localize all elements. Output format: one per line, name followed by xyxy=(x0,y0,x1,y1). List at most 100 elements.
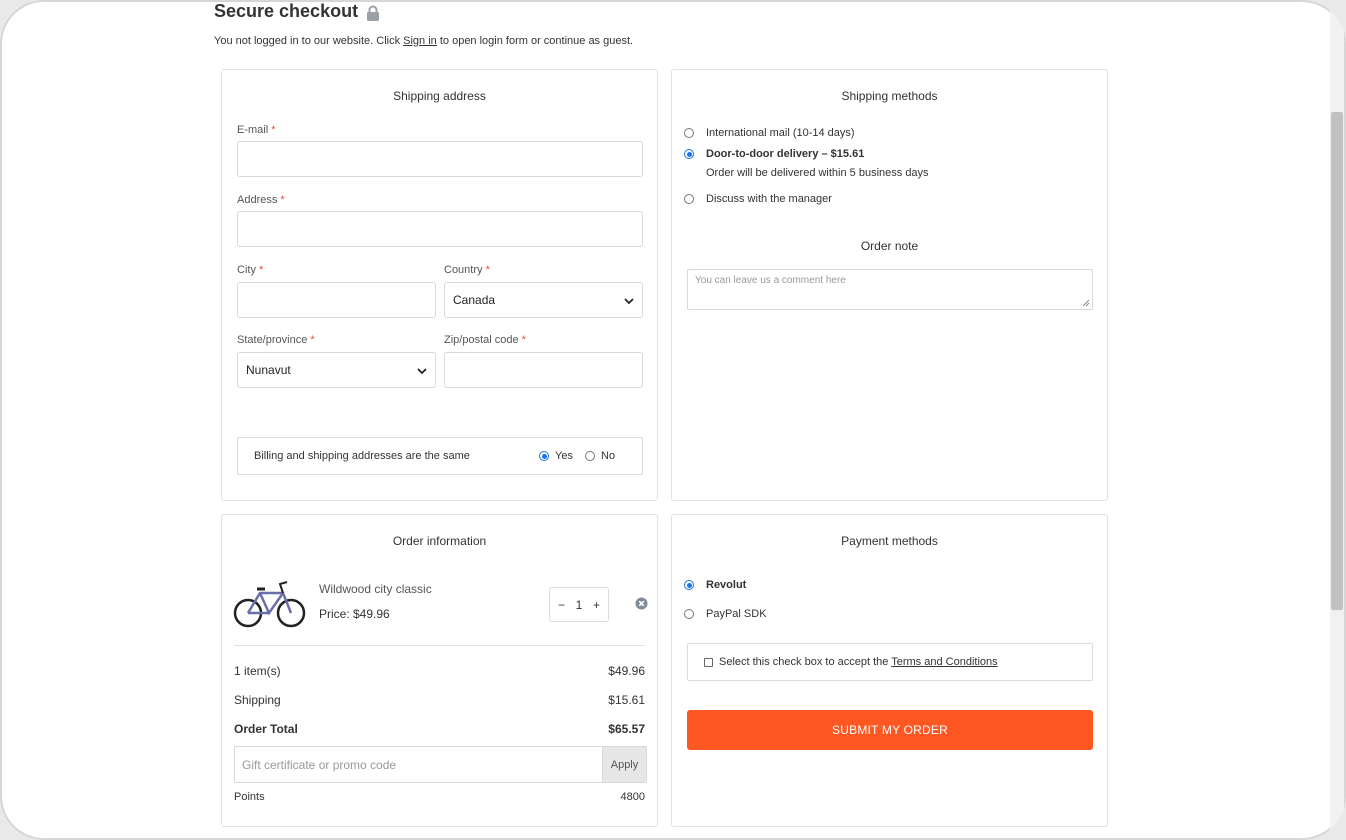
city-field[interactable] xyxy=(237,282,436,318)
promo-code-placeholder: Gift certificate or promo code xyxy=(242,757,397,772)
quantity-stepper[interactable]: − 1 + xyxy=(549,587,609,622)
promo-code-group: Gift certificate or promo code Apply xyxy=(234,746,647,783)
payment-radio-revolut[interactable] xyxy=(684,580,694,590)
shipping-radio-door[interactable] xyxy=(684,149,694,159)
required-mark: * xyxy=(485,264,490,276)
shipping-radio-international[interactable] xyxy=(684,128,694,138)
shipping-option-note: Order will be delivered within 5 busines… xyxy=(706,167,929,179)
points-value: 4800 xyxy=(620,791,645,803)
state-label-text: State/province xyxy=(237,334,308,346)
terms-option[interactable]: Select this check box to accept the Term… xyxy=(704,656,998,668)
summary-label: 1 item(s) xyxy=(234,664,281,678)
payment-radio-paypal[interactable] xyxy=(684,609,694,619)
billing-yes-option[interactable]: Yes xyxy=(539,450,573,462)
submit-order-button[interactable]: SUBMIT MY ORDER xyxy=(687,710,1093,750)
shipping-option-label: International mail (10-14 days) xyxy=(706,127,855,139)
billing-yes-label: Yes xyxy=(555,450,573,462)
login-notice: You not logged in to our website. Click … xyxy=(214,35,633,47)
payment-option-revolut[interactable]: Revolut xyxy=(684,579,746,591)
page-title: Secure checkout xyxy=(214,1,380,22)
summary-value: $15.61 xyxy=(608,693,645,707)
zip-label: Zip/postal code * xyxy=(444,334,526,346)
promo-code-input[interactable]: Gift certificate or promo code xyxy=(235,747,602,782)
country-select-value: Canada xyxy=(453,293,496,307)
required-mark: * xyxy=(521,334,526,346)
page-title-text: Secure checkout xyxy=(214,1,359,21)
state-select-value: Nunavut xyxy=(246,363,291,377)
points-label: Points xyxy=(234,791,265,803)
apply-promo-button[interactable]: Apply xyxy=(602,747,646,782)
summary-row-shipping: Shipping $15.61 xyxy=(234,693,645,707)
state-select[interactable]: Nunavut xyxy=(237,352,436,388)
shipping-option-international[interactable]: International mail (10-14 days) xyxy=(684,127,855,139)
terms-text: Select this check box to accept the xyxy=(719,656,892,668)
increase-quantity-button[interactable]: + xyxy=(593,598,600,612)
summary-value: $65.57 xyxy=(608,722,645,736)
zip-field[interactable] xyxy=(444,352,643,388)
login-notice-text: You not logged in to our website. Click xyxy=(214,35,404,47)
login-notice-text-end: to open login form or continue as guest. xyxy=(436,35,634,47)
required-mark: * xyxy=(271,124,276,136)
scrollbar-thumb[interactable] xyxy=(1331,112,1343,610)
payment-option-label: PayPal SDK xyxy=(706,608,767,620)
shipping-option-label: Door-to-door delivery – $15.61 xyxy=(706,148,865,160)
order-information-title: Order information xyxy=(392,534,487,548)
shipping-address-panel: Shipping address E-mail * Address * City… xyxy=(221,69,658,501)
resize-grip-icon[interactable] xyxy=(1082,299,1090,307)
country-label-text: Country xyxy=(444,264,483,276)
summary-row-total: Order Total $65.57 xyxy=(234,722,645,736)
payment-option-label: Revolut xyxy=(706,579,747,591)
billing-yes-radio[interactable] xyxy=(539,451,549,461)
payment-methods-panel: Payment methods Revolut PayPal SDK Selec… xyxy=(671,514,1108,827)
billing-no-label: No xyxy=(601,450,616,462)
order-note-placeholder: You can leave us a comment here xyxy=(695,275,846,286)
terms-checkbox[interactable] xyxy=(704,657,713,667)
bicycle-icon xyxy=(233,578,307,630)
required-mark: * xyxy=(259,264,264,276)
country-select[interactable]: Canada xyxy=(444,282,643,318)
email-label-text: E-mail xyxy=(237,124,269,136)
checkout-page: Secure checkout You not logged in to our… xyxy=(0,0,1346,840)
divider xyxy=(234,645,645,646)
required-mark: * xyxy=(310,334,315,346)
city-label: City * xyxy=(237,264,263,276)
summary-row-items: 1 item(s) $49.96 xyxy=(234,664,645,678)
billing-no-option[interactable]: No xyxy=(585,450,615,462)
order-information-panel: Order information Wildwood city classic … xyxy=(221,514,658,827)
address-label-text: Address xyxy=(237,194,278,206)
item-price: Price: $49.96 xyxy=(319,607,390,621)
order-note-title: Order note xyxy=(860,239,919,253)
lock-icon xyxy=(366,5,380,21)
shipping-option-door[interactable]: Door-to-door delivery – $15.61 xyxy=(684,148,864,160)
address-field[interactable] xyxy=(237,211,643,247)
item-name[interactable]: Wildwood city classic xyxy=(319,582,432,596)
terms-link[interactable]: Terms and Conditions xyxy=(891,656,997,668)
points-row: Points 4800 xyxy=(234,791,645,803)
city-label-text: City xyxy=(237,264,256,276)
terms-box: Select this check box to accept the Term… xyxy=(687,643,1093,681)
shipping-address-title: Shipping address xyxy=(393,89,486,103)
shipping-option-label: Discuss with the manager xyxy=(706,193,832,205)
payment-option-paypal[interactable]: PayPal SDK xyxy=(684,608,767,620)
sign-in-link[interactable]: Sign in xyxy=(403,35,437,47)
state-label: State/province * xyxy=(237,334,315,346)
billing-same-box: Billing and shipping addresses are the s… xyxy=(237,437,643,475)
email-label: E-mail * xyxy=(237,124,276,136)
quantity-value[interactable]: 1 xyxy=(576,598,583,612)
shipping-methods-title: Shipping methods xyxy=(841,89,938,103)
billing-same-label: Billing and shipping addresses are the s… xyxy=(254,450,470,462)
email-field[interactable] xyxy=(237,141,643,177)
zip-label-text: Zip/postal code xyxy=(444,334,519,346)
address-label: Address * xyxy=(237,194,285,206)
shipping-radio-manager[interactable] xyxy=(684,194,694,204)
summary-label: Order Total xyxy=(234,722,298,736)
required-mark: * xyxy=(280,194,285,206)
summary-value: $49.96 xyxy=(608,664,645,678)
summary-label: Shipping xyxy=(234,693,281,707)
chevron-down-icon xyxy=(417,368,427,375)
remove-item-icon[interactable] xyxy=(635,597,648,610)
decrease-quantity-button[interactable]: − xyxy=(558,598,565,612)
shipping-option-manager[interactable]: Discuss with the manager xyxy=(684,193,832,205)
order-note-textarea[interactable]: You can leave us a comment here xyxy=(687,269,1093,310)
billing-no-radio[interactable] xyxy=(585,451,595,461)
